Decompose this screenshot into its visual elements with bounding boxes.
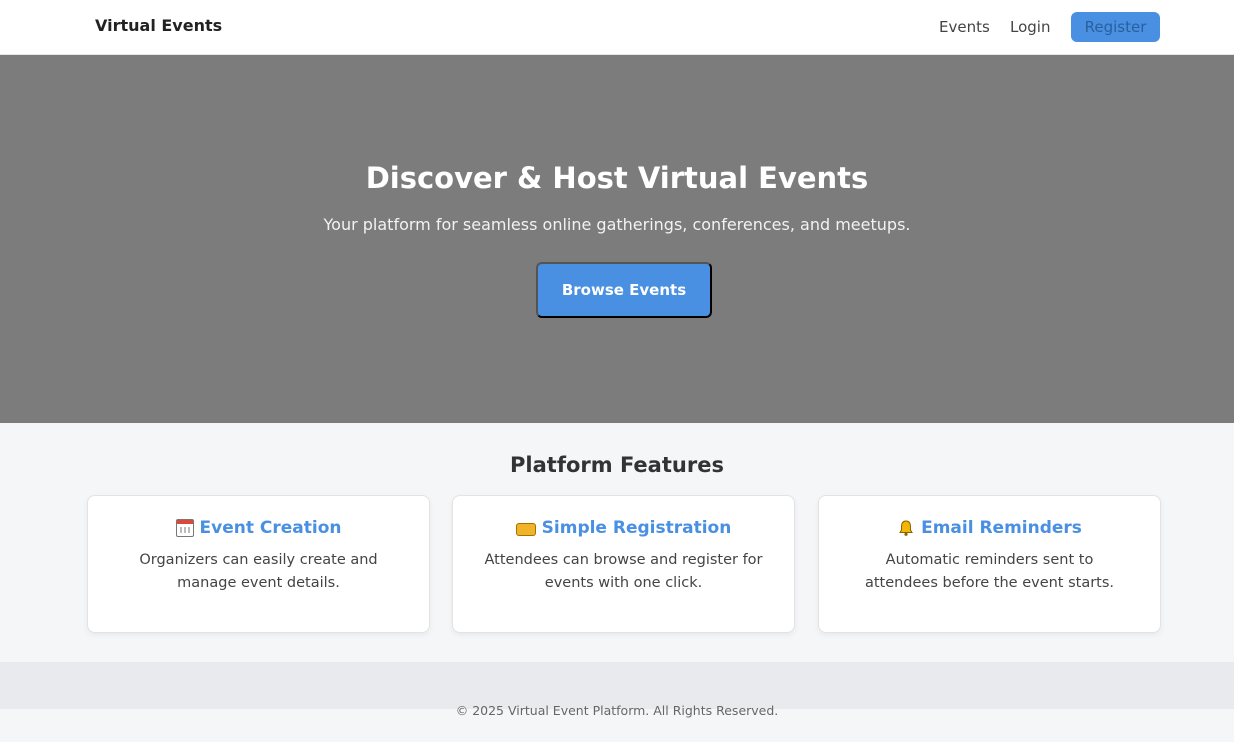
bell-icon bbox=[897, 519, 915, 537]
feature-card-header: Simple Registration bbox=[453, 518, 794, 538]
feature-card-title: Event Creation bbox=[199, 518, 342, 538]
feature-card-text: Organizers can easily create and manage … bbox=[139, 552, 378, 591]
feature-card-event-creation: Event Creation Organizers can easily cre… bbox=[87, 495, 430, 633]
footer-copyright: © 2025 Virtual Event Platform. All Right… bbox=[455, 703, 779, 718]
feature-card-text: Attendees can browse and register for ev… bbox=[484, 552, 763, 591]
browse-events-button[interactable]: Browse Events bbox=[536, 262, 712, 318]
feature-card-header: Event Creation bbox=[88, 518, 429, 538]
feature-card-email-reminders: Email Reminders Automatic reminders sent… bbox=[818, 495, 1161, 633]
register-button[interactable]: Register bbox=[1071, 12, 1160, 42]
feature-card-title: Email Reminders bbox=[921, 518, 1082, 538]
calendar-icon bbox=[175, 519, 194, 537]
hero-section: Discover & Host Virtual Events Your plat… bbox=[0, 55, 1234, 423]
ticket-icon bbox=[515, 522, 536, 536]
footer bbox=[0, 662, 1234, 709]
hero-subtitle: Your platform for seamless online gather… bbox=[323, 215, 911, 234]
feature-card-simple-registration: Simple Registration Attendees can browse… bbox=[452, 495, 795, 633]
features-title: Platform Features bbox=[510, 453, 724, 477]
brand-logo[interactable]: Virtual Events bbox=[95, 16, 222, 35]
hero-title: Discover & Host Virtual Events bbox=[365, 161, 869, 195]
feature-card-title: Simple Registration bbox=[541, 518, 732, 538]
feature-card-text: Automatic reminders sent to attendees be… bbox=[864, 552, 1115, 591]
nav-link-events[interactable]: Events bbox=[939, 18, 990, 36]
top-navbar: Virtual Events Events Login Register bbox=[0, 0, 1234, 55]
feature-card-header: Email Reminders bbox=[819, 518, 1160, 538]
nav-link-login[interactable]: Login bbox=[1010, 18, 1050, 36]
